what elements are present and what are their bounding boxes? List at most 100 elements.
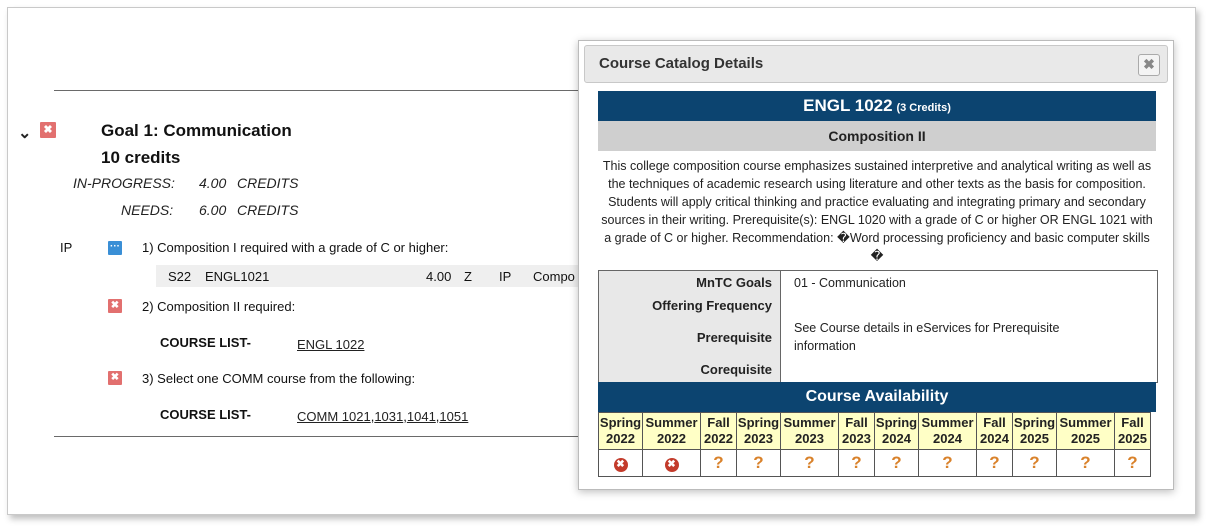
term-cell: Spring 2022 bbox=[598, 412, 643, 450]
term-season: Spring bbox=[875, 415, 918, 430]
term-year: 2024 bbox=[882, 431, 911, 446]
term-cell: Summer 2025 bbox=[1056, 412, 1115, 450]
question-mark-icon: ? bbox=[851, 453, 862, 472]
frequency-label: Offering Frequency bbox=[652, 298, 772, 313]
term-year: 2022 bbox=[606, 431, 635, 446]
in-progress-unit: CREDITS bbox=[237, 175, 299, 191]
term-year: 2025 bbox=[1118, 431, 1147, 446]
course-row-course: ENGL1021 bbox=[205, 269, 270, 284]
dialog-header[interactable]: Course Catalog Details ✖ bbox=[584, 45, 1168, 83]
availability-header: Course Availability bbox=[598, 382, 1156, 412]
status-cell: ? bbox=[1056, 449, 1115, 477]
course-row-flag: Z bbox=[464, 269, 472, 284]
term-season: Fall bbox=[845, 415, 868, 430]
term-cell: Fall 2025 bbox=[1114, 412, 1151, 450]
course-row-status: IP bbox=[499, 269, 512, 284]
course-header: ENGL 1022 (3 Credits) bbox=[598, 91, 1156, 121]
prereq-label: Prerequisite bbox=[696, 330, 772, 345]
status-cell: ? bbox=[780, 449, 839, 477]
term-season: Spring bbox=[737, 415, 780, 430]
term-cell: Spring 2024 bbox=[874, 412, 919, 450]
question-mark-icon: ? bbox=[1127, 453, 1138, 472]
goal-title: Goal 1: Communication bbox=[101, 121, 292, 140]
needs-value: 6.00 bbox=[199, 202, 227, 218]
course-list-label: COURSE LIST- bbox=[160, 335, 252, 350]
term-season: Summer bbox=[645, 415, 698, 430]
course-catalog-dialog: Course Catalog Details ✖ ENGL 1022 (3 Cr… bbox=[578, 40, 1174, 490]
question-mark-icon: ? bbox=[891, 453, 902, 472]
close-icon[interactable]: ✖ bbox=[1138, 54, 1160, 76]
course-link-1051[interactable]: 1051 bbox=[439, 409, 468, 424]
not-offered-icon: ✖ bbox=[664, 458, 679, 472]
course-name: Composition II bbox=[598, 121, 1156, 151]
question-mark-icon: ? bbox=[1080, 453, 1091, 472]
term-season: Summer bbox=[1059, 415, 1112, 430]
course-info-table: MnTC Goals Offering Frequency Prerequisi… bbox=[598, 270, 1158, 383]
needs-unit: CREDITS bbox=[237, 202, 299, 218]
question-mark-icon: ? bbox=[753, 453, 764, 472]
term-year: 2025 bbox=[1020, 431, 1049, 446]
course-row-term: S22 bbox=[168, 269, 192, 284]
course-link-engl-1022[interactable]: ENGL 1022 bbox=[297, 337, 364, 352]
term-cell: Fall 2023 bbox=[838, 412, 875, 450]
chevron-down-icon[interactable]: ⌄ bbox=[18, 123, 31, 143]
question-mark-icon: ? bbox=[804, 453, 815, 472]
prereq-value: See Course details in eServices for Prer… bbox=[794, 321, 1060, 353]
dialog-title: Course Catalog Details bbox=[599, 55, 764, 72]
status-cell: ? bbox=[700, 449, 737, 477]
term-season: Spring bbox=[1013, 415, 1056, 430]
needs-label: NEEDS: bbox=[121, 202, 174, 218]
status-row: ✖ ✖?????????? bbox=[598, 449, 1151, 477]
mntc-value: 01 - Communication bbox=[794, 276, 906, 290]
status-cell: ✖ bbox=[598, 449, 643, 477]
status-cell: ? bbox=[1012, 449, 1057, 477]
course-credits: (3 Credits) bbox=[896, 102, 951, 114]
in-progress-value: 4.00 bbox=[199, 175, 227, 191]
term-cell: Summer 2024 bbox=[918, 412, 977, 450]
term-season: Fall bbox=[983, 415, 1006, 430]
course-description: This college composition course emphasiz… bbox=[601, 159, 1153, 263]
term-year: 2023 bbox=[842, 431, 871, 446]
status-cell: ? bbox=[838, 449, 875, 477]
term-cell: Spring 2023 bbox=[736, 412, 781, 450]
status-cell: ? bbox=[736, 449, 781, 477]
question-mark-icon: ? bbox=[1029, 453, 1040, 472]
course-link-1041[interactable]: 1041 bbox=[407, 409, 436, 424]
more-dots-icon[interactable]: ··· bbox=[108, 241, 122, 255]
term-season: Summer bbox=[921, 415, 974, 430]
requirement-1-text: 1) Composition I required with a grade o… bbox=[142, 240, 449, 255]
course-link-1031[interactable]: 1031 bbox=[374, 409, 403, 424]
status-cell: ✖ bbox=[642, 449, 701, 477]
requirement-2-text: 2) Composition II required: bbox=[142, 299, 296, 314]
remove-x-icon[interactable]: ✖ bbox=[108, 299, 122, 313]
status-cell: ? bbox=[874, 449, 919, 477]
status-cell: ? bbox=[918, 449, 977, 477]
requirement-1-status: IP bbox=[60, 240, 73, 255]
term-cell: Summer 2022 bbox=[642, 412, 701, 450]
term-season: Fall bbox=[1121, 415, 1144, 430]
course-code: ENGL 1022 bbox=[803, 96, 893, 115]
term-year: 2022 bbox=[704, 431, 733, 446]
availability-table: Spring 2022 Summer 2022 Fall 2022 Spring 2023 Su… bbox=[598, 412, 1151, 477]
term-year: 2024 bbox=[980, 431, 1009, 446]
course-link-comm-1021[interactable]: COMM 1021 bbox=[297, 409, 371, 424]
remove-x-icon[interactable]: ✖ bbox=[40, 122, 56, 138]
question-mark-icon: ? bbox=[713, 453, 724, 472]
term-cell: Fall 2022 bbox=[700, 412, 737, 450]
remove-x-icon[interactable]: ✖ bbox=[108, 371, 122, 385]
course-row-title: Compo bbox=[533, 269, 575, 284]
status-cell: ? bbox=[1114, 449, 1151, 477]
course-links: COMM 1021,1031,1041,1051 bbox=[297, 409, 469, 424]
term-season: Summer bbox=[783, 415, 836, 430]
term-year: 2025 bbox=[1071, 431, 1100, 446]
term-cell: Fall 2024 bbox=[976, 412, 1013, 450]
info-labels: MnTC Goals Offering Frequency Prerequisi… bbox=[599, 271, 781, 382]
term-row: Spring 2022 Summer 2022 Fall 2022 Spring 2023 Su… bbox=[598, 412, 1151, 450]
term-season: Spring bbox=[599, 415, 642, 430]
question-mark-icon: ? bbox=[942, 453, 953, 472]
term-year: 2023 bbox=[744, 431, 773, 446]
mntc-label: MnTC Goals bbox=[696, 275, 772, 290]
not-offered-icon: ✖ bbox=[613, 458, 628, 472]
course-row[interactable]: S22 ENGL1021 4.00 Z IP Compo bbox=[156, 265, 578, 287]
term-season: Fall bbox=[707, 415, 730, 430]
